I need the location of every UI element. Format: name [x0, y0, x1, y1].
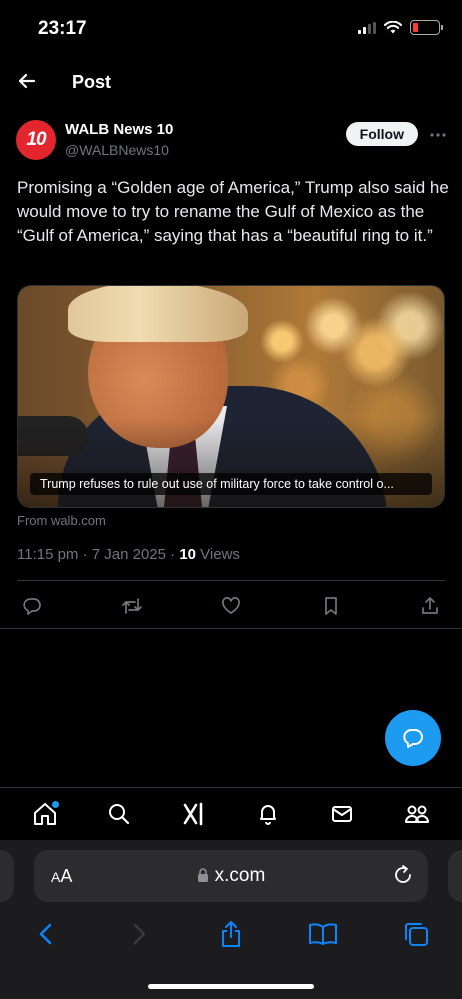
browser-share-button[interactable] — [213, 916, 249, 952]
author-handle[interactable]: @WALBNews10 — [65, 142, 169, 158]
chevron-right-icon — [133, 923, 145, 945]
browser-back-button[interactable] — [28, 916, 64, 952]
browser-tabs-button[interactable] — [398, 916, 434, 952]
book-icon — [309, 923, 338, 945]
repost-icon[interactable] — [117, 594, 147, 618]
link-card[interactable]: Trump refuses to rule out use of militar… — [17, 285, 445, 508]
views-label: Views — [196, 546, 240, 563]
card-source-link[interactable]: From walb.com — [17, 513, 106, 528]
nav-grok[interactable] — [174, 794, 214, 834]
tweet-text: Promising a “Golden age of America,” Tru… — [17, 178, 449, 245]
reply-bubble-icon — [403, 729, 423, 748]
nav-messages[interactable] — [322, 794, 362, 834]
lock-icon — [197, 868, 208, 883]
previous-tab-edge[interactable] — [0, 850, 14, 902]
signal-icon — [358, 21, 376, 34]
chevron-left-icon — [39, 923, 52, 945]
avatar[interactable]: 10 — [16, 120, 56, 160]
tabs-icon — [404, 923, 428, 946]
more-options-icon[interactable] — [430, 124, 446, 142]
next-tab-edge[interactable] — [448, 850, 462, 902]
nav-notifications[interactable] — [248, 794, 288, 834]
home-indicator — [148, 984, 314, 989]
battery-icon — [410, 20, 443, 35]
back-arrow-icon[interactable] — [14, 68, 40, 94]
author-row: 10 WALB News 10 @WALBNews10 Follow — [16, 118, 446, 166]
compose-reply-button[interactable] — [385, 710, 441, 766]
nav-communities[interactable] — [397, 794, 437, 834]
divider — [0, 628, 462, 629]
notification-dot — [52, 800, 60, 808]
bookmark-icon[interactable] — [316, 594, 346, 618]
tweet-meta: 11:15 pm · 7 Jan 2025 · 10 Views — [17, 546, 240, 563]
follow-button[interactable]: Follow — [345, 122, 418, 146]
reply-icon[interactable] — [17, 594, 47, 618]
status-bar: 23:17 — [0, 0, 462, 60]
views-count: 10 — [179, 546, 197, 563]
browser-bookmarks-button[interactable] — [305, 916, 341, 952]
browser-nav-tools — [0, 916, 462, 952]
url-text: x.com — [214, 865, 266, 886]
nav-search[interactable] — [99, 794, 139, 834]
search-icon — [109, 803, 130, 824]
top-bar: Post — [0, 62, 462, 102]
notifications-icon — [260, 804, 277, 825]
card-caption: Trump refuses to rule out use of militar… — [30, 473, 432, 495]
author-name[interactable]: WALB News 10 — [65, 121, 173, 138]
avatar-logo-text: 10 — [26, 129, 46, 150]
communities-icon — [404, 805, 429, 823]
url-display[interactable]: x.com — [34, 865, 428, 887]
divider — [17, 580, 445, 581]
tweet-actions — [17, 594, 445, 618]
share-icon — [221, 921, 240, 947]
page-title: Post — [72, 72, 112, 92]
browser-forward-button[interactable] — [121, 916, 157, 952]
grok-icon — [183, 802, 203, 825]
like-icon[interactable] — [216, 594, 246, 618]
wifi-icon — [384, 21, 402, 34]
share-icon[interactable] — [415, 594, 445, 618]
messages-icon — [332, 805, 353, 822]
tweet-timestamp: 11:15 pm · 7 Jan 2025 · — [17, 546, 180, 563]
browser-toolbar: AA x.com — [0, 840, 462, 999]
status-time: 23:17 — [38, 18, 87, 39]
bottom-nav — [0, 787, 462, 839]
status-icons — [358, 20, 443, 35]
address-bar[interactable]: AA x.com — [34, 850, 428, 902]
nav-home[interactable] — [25, 794, 65, 834]
reload-icon[interactable] — [392, 864, 414, 886]
